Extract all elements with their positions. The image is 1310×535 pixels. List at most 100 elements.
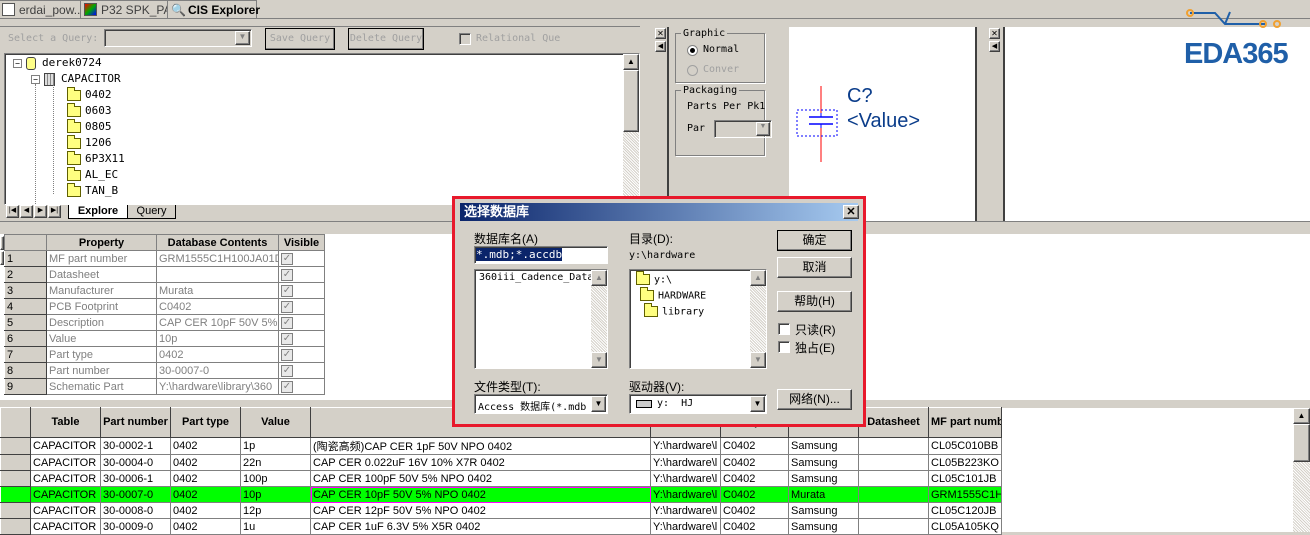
tab-query[interactable]: Query	[128, 205, 176, 219]
visible-cell[interactable]: ✓	[278, 266, 325, 283]
tab-explore[interactable]: Explore	[68, 205, 128, 219]
help-button[interactable]: 帮助(H)	[777, 291, 852, 312]
scroll-down-icon[interactable]: ▼	[591, 352, 607, 368]
column-header[interactable]: Table	[30, 407, 101, 438]
grid-cell[interactable]: 30-0002-1	[100, 437, 171, 455]
table-row[interactable]: CAPACITOR 30-0009-0 0402 1u CAP CER 1uF 6.3V…	[0, 518, 1002, 535]
grid-cell[interactable]: Samsung	[788, 454, 859, 471]
grid-cell[interactable]: CL05B223KO	[928, 454, 1002, 471]
property-row[interactable]: 6 Value 10p ✓	[4, 330, 325, 347]
tab-cis-explorer[interactable]: 🔍 CIS Explorer	[167, 0, 260, 18]
grid-cell[interactable]: 1p	[240, 437, 311, 455]
grid-cell[interactable]: 0402	[170, 486, 241, 503]
property-value[interactable]: CAP CER 10pF 50V 5%	[156, 314, 279, 331]
property-value[interactable]: Y:\hardware\library\360	[156, 378, 279, 395]
close-icon[interactable]: ✕	[843, 205, 859, 219]
grid-cell[interactable]: CL05C010BB	[928, 437, 1002, 455]
visible-checkbox[interactable]: ✓	[281, 317, 293, 329]
tree-folder[interactable]: TAN_B	[67, 182, 118, 200]
grid-cell[interactable]: 10p	[240, 486, 311, 503]
grid-cell[interactable]: Y:\hardware\l	[650, 454, 721, 471]
table-row[interactable]: CAPACITOR 30-0008-0 0402 12p CAP CER 12pF 50…	[0, 502, 1002, 519]
property-value[interactable]: C0402	[156, 298, 279, 315]
grid-cell[interactable]: CAP CER 0.022uF 16V 10% X7R 0402	[310, 454, 651, 471]
grid-cell[interactable]: C0402	[720, 486, 789, 503]
scroll-up-icon[interactable]: ▲	[591, 270, 607, 286]
grid-cell[interactable]: 30-0009-0	[100, 518, 171, 535]
close-icon[interactable]: ✕	[655, 28, 666, 39]
grid-cell[interactable]: CAP CER 12pF 50V 5% NPO 0402	[310, 502, 651, 519]
grid-cell[interactable]: C0402	[720, 454, 789, 471]
dir-item[interactable]: HARDWARE	[640, 287, 706, 302]
visible-cell[interactable]: ✓	[278, 298, 325, 315]
column-header[interactable]: Value	[240, 407, 311, 438]
grid-cell[interactable]	[858, 454, 929, 471]
grid-cell[interactable]: C0402	[720, 518, 789, 535]
save-query-button[interactable]: Save Query	[265, 28, 335, 50]
row-header[interactable]	[0, 502, 31, 519]
visible-cell[interactable]: ✓	[278, 250, 325, 267]
grid-cell[interactable]: Samsung	[788, 502, 859, 519]
table-row[interactable]: CAPACITOR 30-0002-1 0402 1p (陶瓷高频)CAP CER 1p…	[0, 437, 1002, 455]
visible-cell[interactable]: ✓	[278, 314, 325, 331]
property-value[interactable]: Murata	[156, 282, 279, 299]
grid-cell[interactable]: 22n	[240, 454, 311, 471]
tree-node-root[interactable]: − derek0724	[13, 56, 102, 72]
visible-cell[interactable]: ✓	[278, 282, 325, 299]
table-row[interactable]: CAPACITOR 30-0006-1 0402 100p CAP CER 100pF …	[0, 470, 1002, 487]
grid-cell[interactable]: CL05A105KQ	[928, 518, 1002, 535]
grid-cell[interactable]: Y:\hardware\l	[650, 502, 721, 519]
property-row[interactable]: 3 Manufacturer Murata ✓	[4, 282, 325, 299]
property-value[interactable]: 0402	[156, 346, 279, 363]
tab-p32[interactable]: P32 SPK_PA2	[80, 0, 178, 18]
grid-cell[interactable]: Y:\hardware\l	[650, 470, 721, 487]
grid-cell[interactable]: Samsung	[788, 470, 859, 487]
collapse-left-icon[interactable]: ◀	[989, 41, 1000, 52]
convert-radio[interactable]	[687, 65, 698, 76]
grid-cell[interactable]: Samsung	[788, 518, 859, 535]
grid-scrollbar[interactable]: ▲	[1293, 408, 1310, 532]
readonly-checkbox[interactable]	[778, 323, 790, 335]
grid-cell[interactable]: 100p	[240, 470, 311, 487]
grid-cell[interactable]: CAP CER 100pF 50V 5% NPO 0402	[310, 470, 651, 487]
grid-cell[interactable]: 12p	[240, 502, 311, 519]
relational-query-checkbox[interactable]	[459, 33, 471, 45]
grid-cell[interactable]: 0402	[170, 502, 241, 519]
grid-cell[interactable]: 0402	[170, 454, 241, 471]
visible-cell[interactable]: ✓	[278, 330, 325, 347]
grid-cell[interactable]: (陶瓷高频)CAP CER 1pF 50V NPO 0402	[310, 437, 651, 455]
grid-cell[interactable]: 30-0004-0	[100, 454, 171, 471]
grid-cell[interactable]: Y:\hardware\l	[650, 518, 721, 535]
visible-checkbox[interactable]: ✓	[281, 349, 293, 361]
property-grid[interactable]: Property Database Contents Visible 1 MF p…	[4, 234, 325, 395]
column-header[interactable]: MF part number	[928, 407, 1002, 438]
column-header[interactable]: Part type	[170, 407, 241, 438]
visible-cell[interactable]: ✓	[278, 346, 325, 363]
db-name-input[interactable]: *.mdb;*.accdb	[474, 246, 608, 264]
grid-cell[interactable]: CAP CER 1uF 6.3V 5% X5R 0402	[310, 518, 651, 535]
grid-cell[interactable]: 30-0007-0	[100, 486, 171, 503]
visible-checkbox[interactable]: ✓	[281, 253, 293, 265]
grid-cell[interactable]: 30-0008-0	[100, 502, 171, 519]
visible-checkbox[interactable]: ✓	[281, 333, 293, 345]
property-row[interactable]: 8 Part number 30-0007-0 ✓	[4, 362, 325, 379]
property-row[interactable]: 1 MF part number GRM1555C1H100JA01D ✓	[4, 250, 325, 267]
visible-checkbox[interactable]: ✓	[281, 269, 293, 281]
row-header[interactable]	[0, 437, 31, 455]
column-header[interactable]: Part number	[100, 407, 171, 438]
property-value[interactable]	[156, 266, 279, 283]
visible-checkbox[interactable]: ✓	[281, 381, 293, 393]
grid-cell[interactable]: CAP CER 10pF 50V 5% NPO 0402	[310, 486, 651, 503]
grid-cell[interactable]: Y:\hardware\l	[650, 437, 721, 455]
file-type-select[interactable]: Access 数据库(*.mdb ▼	[474, 394, 608, 414]
normal-radio[interactable]	[687, 45, 698, 56]
grid-cell[interactable]: CAPACITOR	[30, 437, 101, 455]
visible-checkbox[interactable]: ✓	[281, 365, 293, 377]
grid-cell[interactable]: 0402	[170, 518, 241, 535]
grid-cell[interactable]: CL05C101JB	[928, 470, 1002, 487]
grid-cell[interactable]: 0402	[170, 470, 241, 487]
visible-checkbox[interactable]: ✓	[281, 285, 293, 297]
property-row[interactable]: 9 Schematic Part Y:\hardware\library\360 ✓	[4, 378, 325, 395]
tree-node-capacitor[interactable]: − CAPACITOR	[31, 72, 121, 88]
list-item[interactable]: 360iii_Cadence_Data	[475, 270, 607, 285]
